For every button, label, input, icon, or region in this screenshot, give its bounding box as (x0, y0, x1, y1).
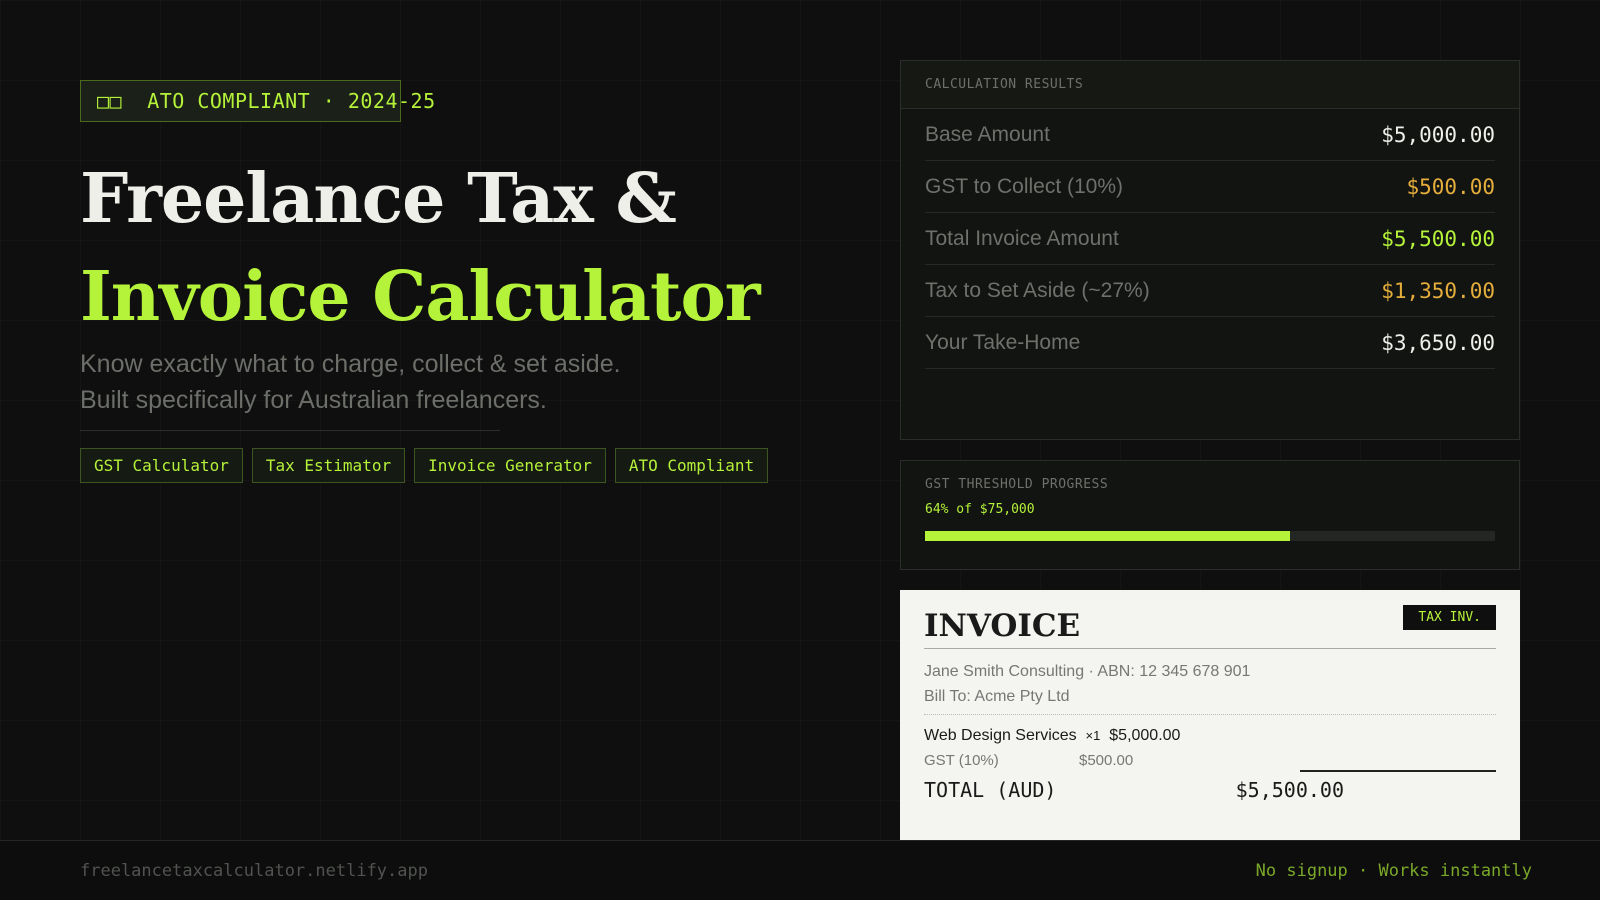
total-label: TOTAL (AUD) (924, 778, 1056, 802)
threshold-label: 64% of $75,000 (925, 502, 1495, 517)
invoice-preview: INVOICE TAX INV. Jane Smith Consulting ·… (900, 590, 1520, 840)
tag-invoice-generator: Invoice Generator (414, 448, 606, 483)
item-name: Web Design Services (924, 727, 1077, 744)
result-row: Your Take-Home $3,650.00 (925, 317, 1495, 369)
gst-label: GST (10%) (924, 748, 1079, 773)
result-row: Total Invoice Amount $5,500.00 (925, 213, 1495, 265)
divider (80, 430, 500, 431)
total-amount: $5,500.00 (1236, 778, 1344, 802)
result-row: GST to Collect (10%) $500.00 (925, 161, 1495, 213)
result-value: $5,000.00 (1381, 123, 1495, 147)
invoice-total: TOTAL (AUD) $5,500.00 (924, 778, 1344, 802)
result-label: Your Take-Home (925, 331, 1080, 355)
result-value: $500.00 (1406, 175, 1495, 199)
result-row: Base Amount $5,000.00 (925, 109, 1495, 161)
item-qty: ×1 (1086, 728, 1101, 743)
footer-url[interactable]: freelancetaxcalculator.netlify.app (80, 841, 428, 900)
threshold-title: GST THRESHOLD PROGRESS (925, 477, 1495, 492)
invoice-divider (924, 648, 1496, 649)
badge-text: ATO COMPLIANT · 2024-25 (147, 89, 435, 113)
dotted-divider (924, 714, 1496, 715)
subtitle-line-2: Built specifically for Australian freela… (80, 382, 621, 418)
tax-invoice-badge: TAX INV. (1403, 605, 1496, 630)
total-rule (1300, 770, 1496, 772)
tag-ato-compliant: ATO Compliant (615, 448, 768, 483)
compliance-badge: □□ ATO COMPLIANT · 2024-25 (80, 80, 401, 122)
page-title: Freelance Tax &Invoice Calculator (80, 150, 760, 346)
item-amount: $5,000.00 (1109, 727, 1180, 744)
gst-amount: $500.00 (1079, 752, 1133, 769)
title-line-2: Invoice Calculator (80, 248, 760, 346)
feature-tags: GST Calculator Tax Estimator Invoice Gen… (80, 448, 768, 483)
result-value: $3,650.00 (1381, 331, 1495, 355)
invoice-bill-to: Bill To: Acme Pty Ltd (924, 684, 1496, 709)
tag-gst-calculator: GST Calculator (80, 448, 243, 483)
badge-icon: □□ (97, 89, 122, 113)
tag-tax-estimator: Tax Estimator (252, 448, 405, 483)
footer-tagline: No signup · Works instantly (1256, 841, 1532, 900)
invoice-from: Jane Smith Consulting · ABN: 12 345 678 … (924, 659, 1496, 684)
calculation-results-panel: CALCULATION RESULTS Base Amount $5,000.00… (900, 60, 1520, 440)
footer: freelancetaxcalculator.netlify.app No si… (0, 840, 1600, 900)
threshold-progress-bar (925, 531, 1495, 541)
result-value: $1,350.00 (1381, 279, 1495, 303)
result-row: Tax to Set Aside (~27%) $1,350.00 (925, 265, 1495, 317)
result-label: GST to Collect (10%) (925, 175, 1123, 199)
title-line-1: Freelance Tax & (80, 150, 760, 248)
result-label: Tax to Set Aside (~27%) (925, 279, 1150, 303)
results-header: CALCULATION RESULTS (901, 61, 1519, 109)
subtitle-line-1: Know exactly what to charge, collect & s… (80, 346, 621, 382)
result-label: Total Invoice Amount (925, 227, 1119, 251)
gst-threshold-panel: GST THRESHOLD PROGRESS 64% of $75,000 (900, 460, 1520, 570)
threshold-progress-fill (925, 531, 1290, 541)
subtitle: Know exactly what to charge, collect & s… (80, 346, 621, 418)
line-item: Web Design Services ×1 $5,000.00 (924, 723, 1496, 748)
result-value: $5,500.00 (1381, 227, 1495, 251)
result-label: Base Amount (925, 123, 1050, 147)
